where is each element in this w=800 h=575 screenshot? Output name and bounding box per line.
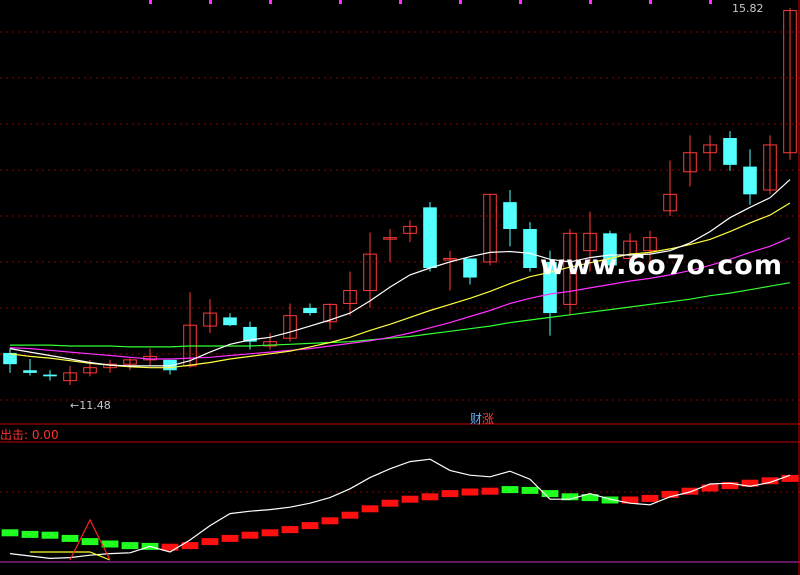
indicator-block-green <box>501 486 519 494</box>
top-tick <box>339 0 342 4</box>
top-tick <box>589 0 592 4</box>
indicator-block-red <box>221 534 239 542</box>
indicator-block-green <box>21 530 39 538</box>
panel-tag: 财涨 <box>470 410 494 427</box>
candle-body-down <box>43 374 57 377</box>
candle-body-down <box>223 317 237 326</box>
indicator-block-red <box>781 474 799 482</box>
indicator-block-green <box>81 538 99 546</box>
indicator-block-green <box>41 531 59 539</box>
indicator-block-green <box>121 542 139 550</box>
candle-body-down <box>23 370 37 373</box>
panel-tag-part2: 涨 <box>482 412 495 426</box>
indicator-block-red <box>421 493 439 501</box>
indicator-block-red <box>301 522 319 530</box>
indicator-block-red <box>461 488 479 496</box>
price-chart <box>0 0 800 575</box>
indicator-block-red <box>441 490 459 498</box>
indicator-block-green <box>521 486 539 494</box>
indicator-block-red <box>261 529 279 537</box>
top-tick <box>649 0 652 4</box>
indicator-block-red <box>401 495 419 503</box>
candle-body-down <box>523 229 537 268</box>
top-tick <box>459 0 462 4</box>
candle-body-down <box>463 258 477 278</box>
indicator-block-red <box>361 505 379 513</box>
top-tick <box>399 0 402 4</box>
indicator-block-red <box>161 543 179 551</box>
candle-body-down <box>423 207 437 268</box>
top-tick <box>209 0 212 4</box>
indicator-block-red <box>481 487 499 495</box>
indicator-block-red <box>321 517 339 525</box>
watermark: www.6o7o.com <box>540 250 783 281</box>
candle-body-down <box>503 202 517 229</box>
panel-tag-part1: 财 <box>470 412 483 426</box>
indicator-block-red <box>641 494 659 502</box>
indicator-block-red <box>241 531 259 539</box>
indicator-block-red <box>281 526 299 534</box>
indicator-block-green <box>61 534 79 542</box>
top-tick <box>709 0 712 4</box>
price-max-label: 15.82 <box>732 2 764 15</box>
price-min-label: ←11.48 <box>70 399 111 412</box>
chart-background <box>0 0 800 575</box>
indicator-block-red <box>381 499 399 507</box>
top-tick <box>269 0 272 4</box>
indicator-block-green <box>101 540 119 548</box>
candle-body-down <box>743 166 757 195</box>
indicator-block-red <box>701 484 719 492</box>
top-tick <box>149 0 152 4</box>
indicator-block-red <box>201 538 219 546</box>
indicator-label: 出击: 0.00 <box>0 428 59 442</box>
top-tick <box>519 0 522 4</box>
candle-body-down <box>303 307 317 314</box>
indicator-block-red <box>341 511 359 519</box>
candle-body-down <box>723 138 737 165</box>
indicator-block-green <box>1 529 19 537</box>
